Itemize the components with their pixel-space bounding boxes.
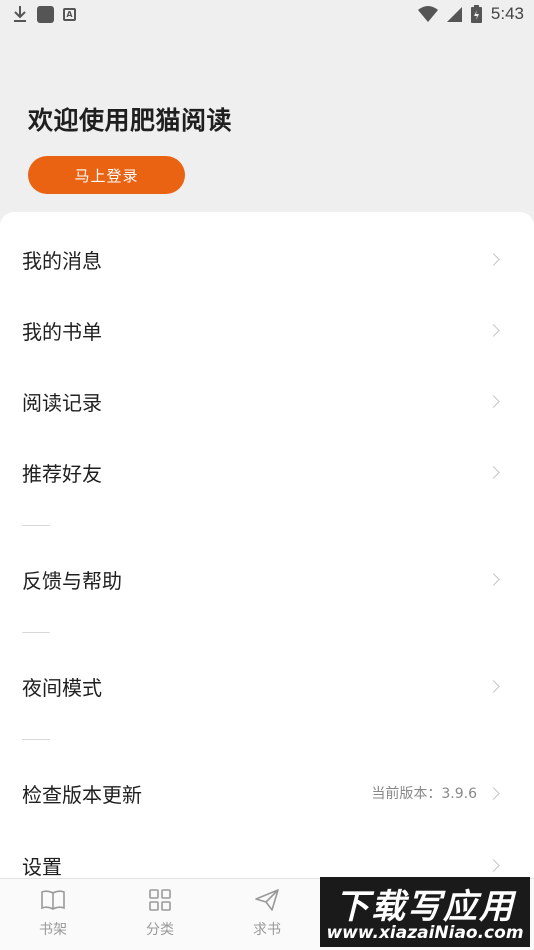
menu-item-feedback-help[interactable]: 反馈与帮助 — [0, 551, 534, 607]
menu-item-label: 我的消息 — [22, 248, 102, 273]
book-open-icon — [41, 890, 65, 910]
menu-item-booklist[interactable]: 我的书单 — [0, 302, 534, 358]
grid-icon — [149, 889, 171, 911]
divider — [22, 632, 50, 633]
watermark-title: 下载写应用 — [335, 887, 515, 927]
menu-item-label: 检查版本更新 — [22, 782, 142, 807]
app-notification-icon — [37, 5, 54, 23]
chevron-right-icon — [487, 252, 500, 266]
welcome-title: 欢迎使用肥猫阅读 — [28, 106, 233, 135]
divider — [22, 739, 50, 740]
chevron-right-icon — [487, 858, 500, 872]
battery-icon — [470, 5, 482, 23]
watermark-logo: 下载写应用 www.xiazaiNiao.com — [320, 877, 530, 947]
current-version-text: 当前版本：3.9.6 — [371, 786, 477, 802]
menu-item-messages[interactable]: 我的消息 — [0, 231, 534, 287]
menu-item-label: 推荐好友 — [22, 461, 102, 486]
menu-item-label: 夜间模式 — [22, 675, 102, 700]
menu-item-label: 我的书单 — [22, 319, 102, 344]
menu-item-reading-history[interactable]: 阅读记录 — [0, 373, 534, 429]
chevron-right-icon — [487, 679, 500, 693]
login-button[interactable]: 马上登录 — [28, 156, 185, 194]
chevron-right-icon — [487, 465, 500, 479]
menu-item-night-mode[interactable]: 夜间模式 — [0, 658, 534, 714]
status-left: A — [12, 5, 76, 23]
nav-category[interactable]: 分类 — [120, 887, 200, 945]
menu-item-recommend-friends[interactable]: 推荐好友 — [0, 444, 534, 500]
status-right: 5:43 — [417, 4, 524, 24]
nav-label: 分类 — [146, 922, 174, 938]
signal-icon — [446, 6, 462, 22]
clock: 5:43 — [490, 4, 524, 23]
chevron-right-icon — [487, 394, 500, 408]
nav-bookshelf[interactable]: 书架 — [13, 887, 93, 945]
menu-item-label: 设置 — [22, 854, 62, 879]
a-badge-icon: A — [63, 7, 76, 21]
paper-plane-icon — [255, 889, 279, 911]
chevron-right-icon — [487, 572, 500, 586]
download-icon — [14, 6, 26, 22]
chevron-right-icon — [487, 323, 500, 337]
menu-item-label: 反馈与帮助 — [22, 568, 122, 593]
status-bar: A 5:43 — [0, 0, 534, 28]
nav-label: 书架 — [39, 922, 67, 938]
wifi-icon — [417, 6, 438, 22]
watermark-url: www.xiazaiNiao.com — [326, 923, 524, 943]
chevron-right-icon — [487, 786, 500, 800]
menu-item-check-update[interactable]: 检查版本更新 当前版本：3.9.6 — [0, 765, 534, 821]
menu-item-label: 阅读记录 — [22, 390, 102, 415]
nav-label: 求书 — [253, 922, 281, 938]
menu-card: 我的消息 我的书单 阅读记录 推荐好友 反馈与帮助 夜间模式 检查版本更新 当前… — [0, 212, 534, 892]
divider — [22, 525, 50, 526]
nav-request-book[interactable]: 求书 — [227, 887, 307, 945]
